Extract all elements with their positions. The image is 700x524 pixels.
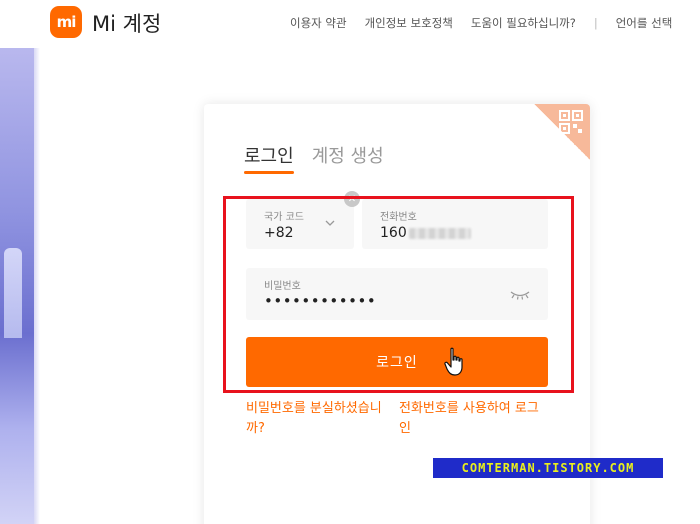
clear-icon[interactable]: ✕: [344, 191, 360, 207]
blurred-digits: [408, 227, 471, 239]
nav-privacy-link[interactable]: 개인정보 보호정책: [365, 15, 453, 31]
country-code-select[interactable]: 국가 코드 +82 ✕: [246, 191, 360, 249]
phone-number-field[interactable]: 전화번호 160: [362, 199, 548, 249]
nav-divider: |: [593, 16, 598, 30]
background-edge: [34, 48, 40, 524]
qr-login-toggle[interactable]: [534, 104, 590, 160]
nav-help-link[interactable]: 도움이 필요하십니까?: [471, 15, 576, 31]
password-value: ••••••••••••: [264, 292, 377, 310]
nav-language-link[interactable]: 언어를 선택: [616, 15, 673, 31]
mi-logo[interactable]: mi: [50, 6, 82, 38]
sms-login-link[interactable]: 전화번호를 사용하여 로그인: [399, 399, 549, 439]
login-tabs: 로그인 계정 생성: [244, 142, 384, 174]
login-submit-button[interactable]: 로그인: [246, 337, 548, 387]
top-nav: 이용자 약관 개인정보 보호정책 도움이 필요하십니까? | 언어를 선택: [290, 15, 690, 31]
tab-create-account[interactable]: 계정 생성: [312, 142, 384, 174]
logo-text: mi: [56, 13, 77, 31]
password-field[interactable]: 비밀번호 ••••••••••••: [246, 268, 548, 320]
tab-login[interactable]: 로그인: [244, 142, 294, 174]
phone-number-value: 160: [380, 225, 471, 241]
eye-closed-icon[interactable]: [510, 290, 530, 300]
password-label: 비밀번호: [264, 281, 301, 292]
top-header: mi Mi 계정 이용자 약관 개인정보 보호정책 도움이 필요하십니까? | …: [0, 0, 700, 48]
nav-terms-link[interactable]: 이용자 약관: [290, 15, 347, 31]
blog-watermark: COMTERMAN.TISTORY.COM: [433, 458, 663, 478]
chevron-down-icon: [325, 220, 335, 226]
brand-title: Mi 계정: [92, 12, 162, 36]
country-code-value: +82: [264, 225, 294, 241]
background-tower: [4, 248, 22, 338]
background-art: [0, 48, 34, 524]
phone-number-label: 전화번호: [380, 212, 417, 223]
qr-code-icon: [559, 110, 583, 134]
country-code-label: 국가 코드: [264, 212, 304, 223]
hand-cursor-icon: [444, 347, 463, 376]
forgot-password-link[interactable]: 비밀번호를 분실하셨습니까?: [246, 399, 396, 439]
phone-number-prefix: 160: [380, 225, 407, 241]
